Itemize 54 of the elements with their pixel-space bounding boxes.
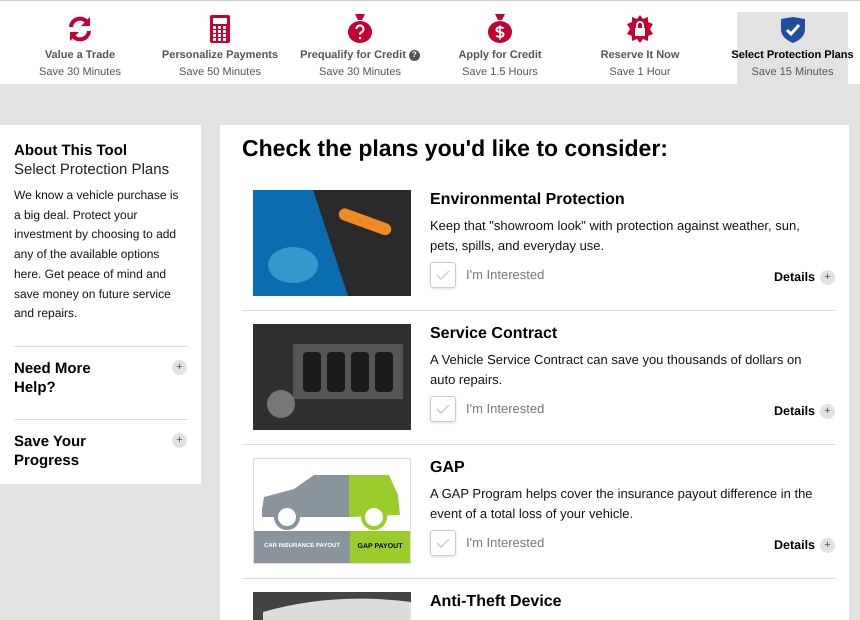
section-title[interactable]: Need More Help? bbox=[14, 358, 134, 397]
checkmark-icon bbox=[436, 270, 450, 280]
lock-badge-icon bbox=[626, 15, 654, 43]
checkbox[interactable] bbox=[430, 396, 456, 422]
page-heading: Check the plans you'd like to consider: bbox=[242, 134, 669, 163]
plan-title: GAP bbox=[430, 458, 466, 478]
step-time: Save 30 Minutes bbox=[39, 64, 121, 80]
step-label: Reserve It Now bbox=[600, 48, 680, 63]
sidebar-heading: About This Tool bbox=[14, 141, 128, 160]
interest-checkbox[interactable]: I'm Interested bbox=[430, 262, 544, 288]
calculator-icon bbox=[210, 15, 230, 43]
plan-title: Service Contract bbox=[430, 324, 558, 344]
money-bag-dollar-icon bbox=[488, 13, 512, 43]
details-button[interactable]: Details + bbox=[774, 536, 835, 554]
step-label: Value a Trade bbox=[44, 48, 116, 63]
plan-description: A GAP Program helps cover the insurance payout difference in the event of a total loss of your vehicle. bbox=[430, 485, 814, 523]
step-label: Prequalify for Credit bbox=[300, 48, 406, 63]
sidebar-subheading: Select Protection Plans bbox=[14, 160, 170, 180]
expand-toggle: + bbox=[820, 270, 835, 284]
section-title[interactable]: Save Your Progress bbox=[14, 432, 134, 470]
step-tab[interactable]: Prequalify for Credit ? Save 30 Minutes bbox=[290, 0, 430, 84]
shield-check-icon bbox=[780, 17, 804, 43]
expand-toggle: + bbox=[820, 538, 835, 552]
expand-toggle: + bbox=[820, 404, 835, 418]
details-button[interactable]: Details + bbox=[774, 402, 835, 420]
step-time: Save 1.5 Hours bbox=[462, 64, 538, 80]
step-tab[interactable]: Apply for Credit Save 1.5 Hours bbox=[430, 0, 570, 84]
step-tab[interactable]: Personalize Payments Save 50 Minutes bbox=[150, 0, 290, 84]
interest-checkbox[interactable]: I'm Interested bbox=[430, 396, 544, 422]
step-time: Save 30 Minutes bbox=[319, 64, 401, 80]
expand-toggle[interactable]: + bbox=[172, 360, 187, 375]
step-tab[interactable]: Value a Trade Save 30 Minutes bbox=[10, 0, 150, 84]
checkbox[interactable] bbox=[430, 262, 456, 288]
checkmark-icon bbox=[436, 538, 450, 548]
plan-title: Anti-Theft Device bbox=[430, 592, 563, 612]
step-time: Save 50 Minutes bbox=[179, 64, 261, 80]
step-time: Save 15 Minutes bbox=[752, 64, 834, 80]
step-tab[interactable]: Reserve It Now Save 1 Hour bbox=[570, 0, 710, 84]
plan-description: Keep that "showroom look" with protection against weather, sun, pets, spills, and everyday use. bbox=[430, 217, 801, 255]
interest-checkbox[interactable]: I'm Interested bbox=[430, 530, 544, 556]
checkmark-icon bbox=[436, 404, 450, 414]
step-label: Personalize Payments bbox=[162, 48, 278, 63]
checkbox[interactable] bbox=[430, 530, 456, 556]
expand-toggle[interactable]: + bbox=[172, 432, 187, 448]
sidebar-description: We know a vehicle purchase is a big deal. Protect your investment by choosing to add any of the available options here. Get peace of mind and save money on future service and repairs. bbox=[14, 187, 180, 322]
details-button[interactable]: Details + bbox=[774, 268, 835, 286]
help-icon[interactable]: ? bbox=[408, 50, 420, 61]
step-time: Save 1 Hour bbox=[609, 64, 671, 80]
step-label: Apply for Credit bbox=[458, 48, 542, 63]
money-bag-question-icon bbox=[348, 13, 372, 43]
refresh-icon bbox=[66, 15, 94, 43]
plan-description: A Vehicle Service Contract can save you thousands of dollars on auto repairs. bbox=[430, 351, 802, 389]
step-label: Select Protection Plans bbox=[731, 48, 854, 63]
plan-title: Environmental Protection bbox=[430, 190, 626, 210]
